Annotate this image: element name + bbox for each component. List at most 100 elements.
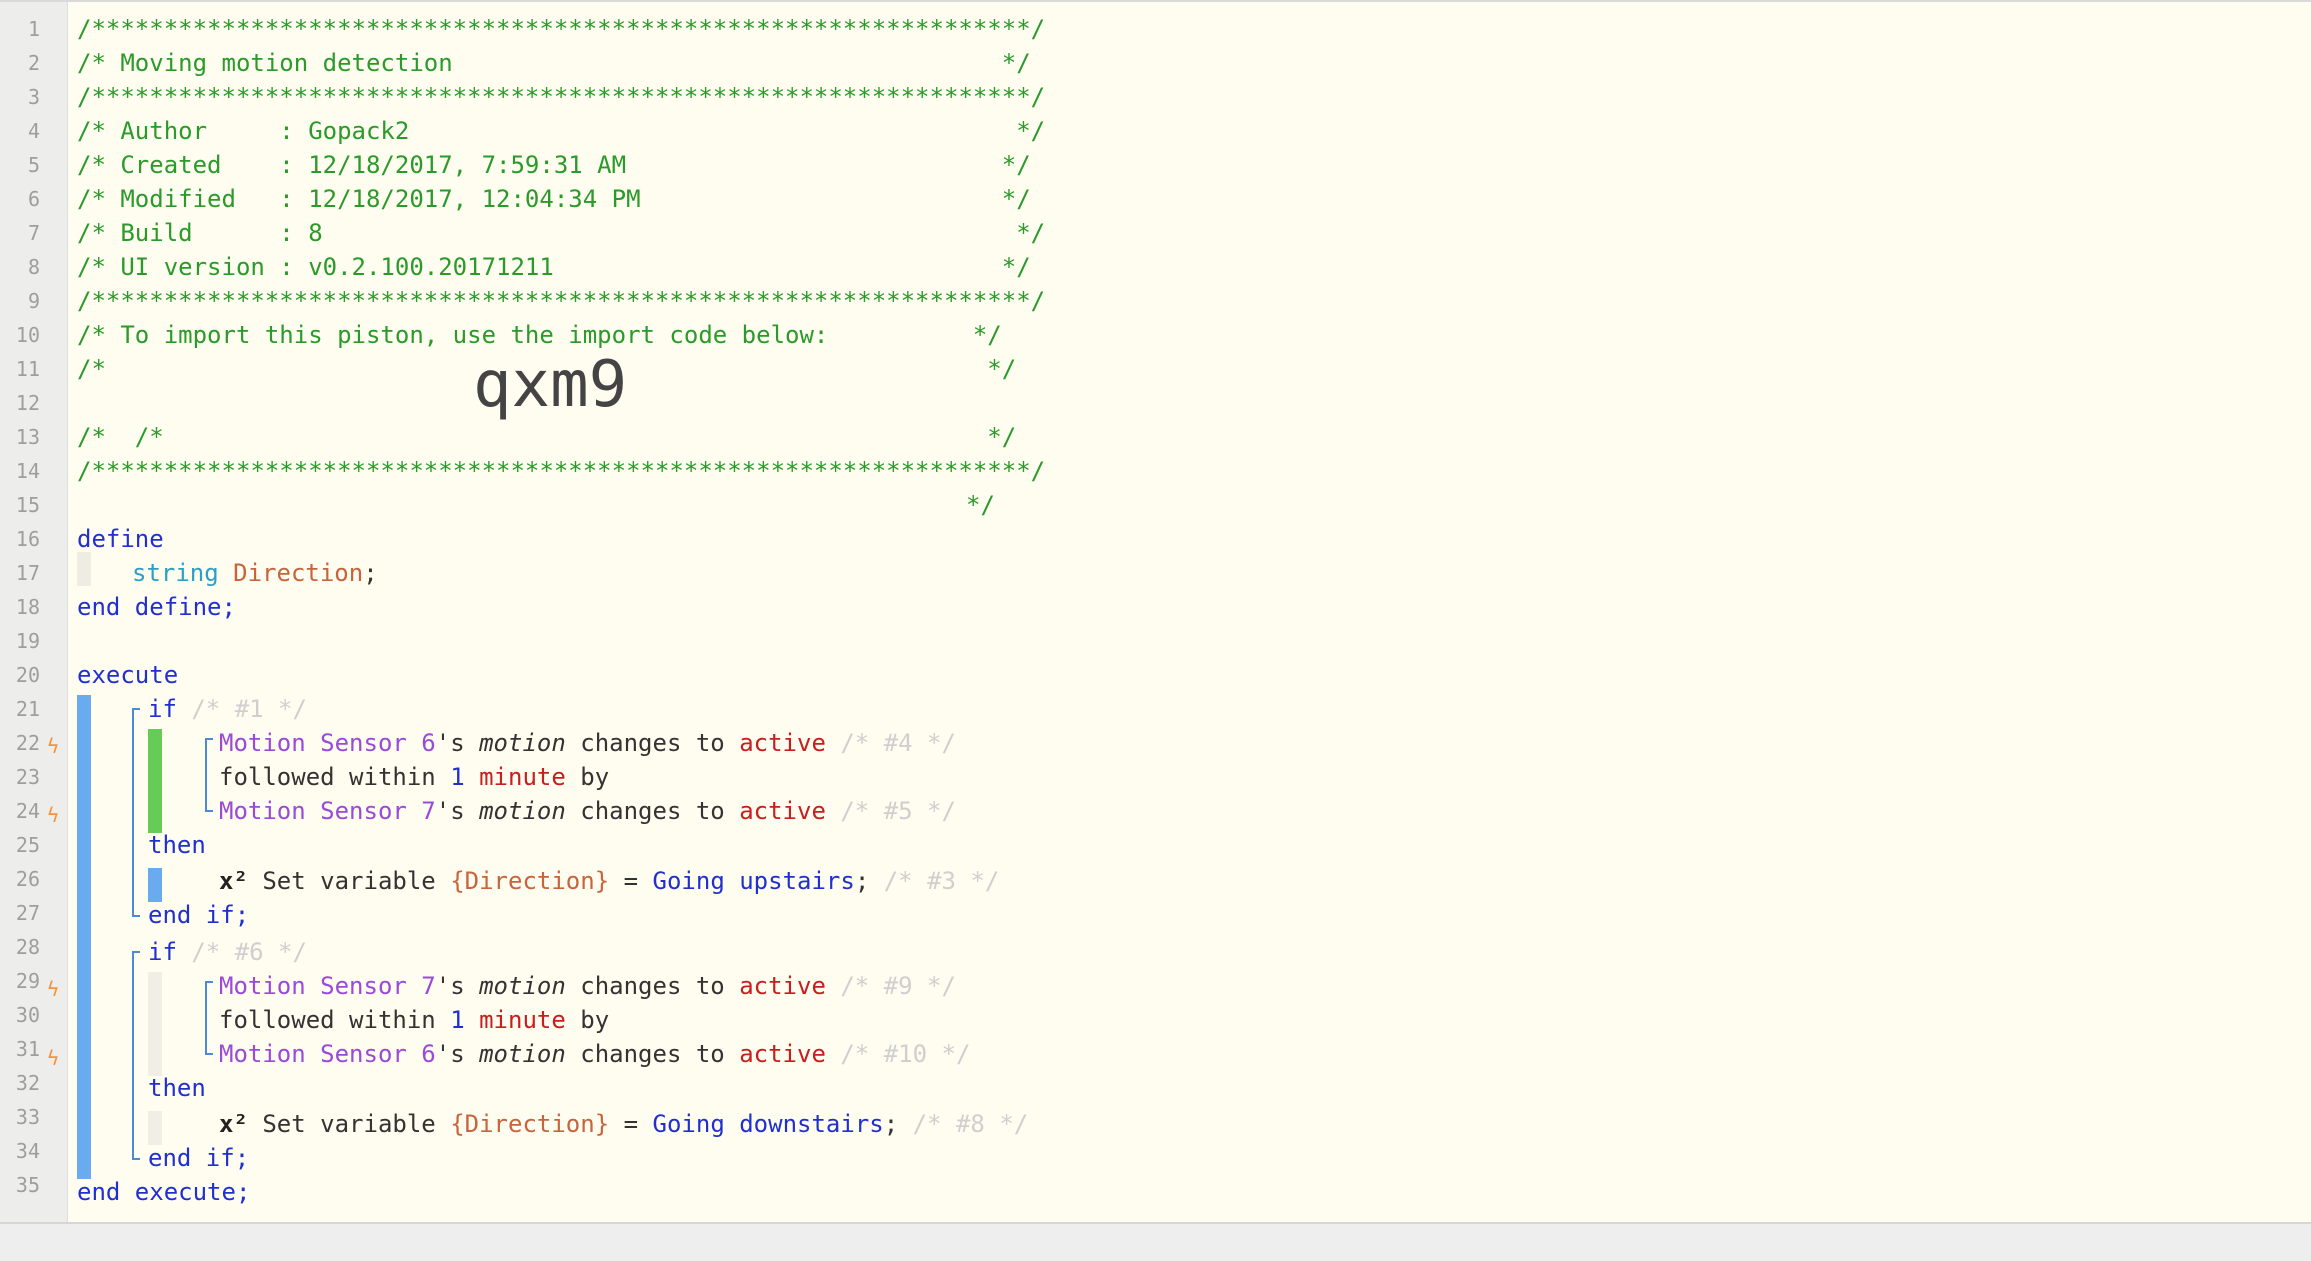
line-number: 28 [15,935,40,959]
end-if-keyword[interactable]: end if; [148,1141,249,1175]
possessive: 's [435,797,480,825]
semicolon: ; [883,1110,899,1138]
device-label: Motion Sensor [219,797,422,825]
header-border: /***************************************… [77,83,1046,111]
define-block-bar[interactable] [77,552,91,586]
condition-line[interactable]: Motion Sensor 6's motion changes to acti… [219,1037,970,1071]
if1-cond-bracket [205,738,207,812]
device-label: Motion Sensor [219,729,422,757]
duration-unit: minute [479,763,566,791]
if2-bracket-bottom [132,1158,140,1160]
duration-unit: minute [479,1006,566,1034]
if2-cond-bracket-top [205,981,213,983]
set-variable-action[interactable]: x² Set variable {Direction} = Going down… [219,1107,1028,1141]
followed-within-line[interactable]: followed within 1 minute by [219,1003,609,1037]
value-word: downstairs [739,1110,884,1138]
line-number: 19 [15,629,40,653]
duration-number: 1 [450,1006,465,1034]
line-number: 27 [15,901,40,925]
condition-line[interactable]: Motion Sensor 7's motion changes to acti… [219,969,956,1003]
if2-cond-bracket-bottom [205,1053,213,1055]
line-number: 20 [15,663,40,687]
import-code[interactable]: qxm9 [473,353,627,417]
line-number: 13 [15,425,40,449]
line-number: 34 [15,1139,40,1163]
execute-block-bar[interactable] [77,695,91,1179]
comment-close: */ [966,491,995,519]
set-variable-action[interactable]: x² Set variable {Direction} = Going upst… [219,864,999,898]
line-number: 31 [15,1037,40,1061]
device-number: 7 [421,972,436,1000]
then-keyword[interactable]: then [148,828,206,862]
line-number: 10 [15,323,40,347]
device-name: Motion Sensor 7 [219,972,436,1000]
if1-bracket-bottom [132,915,140,917]
if1-cond-bracket-bottom [205,810,213,812]
value-word: upstairs [739,867,855,895]
if1-condition-bar[interactable] [148,729,162,833]
then-keyword[interactable]: then [148,1071,206,1105]
line-number: 11 [15,357,40,381]
header-blank: /* */ [77,423,1017,451]
line-number: 18 [15,595,40,619]
if1-then-bar[interactable] [148,868,162,902]
end-execute-keyword[interactable]: end execute; [77,1175,250,1209]
end-define-keyword[interactable]: end define; [77,590,236,624]
semicolon: ; [363,559,378,587]
variable-icon: x² [219,1110,248,1138]
line-number: 3 [27,85,40,109]
author-line: /* Author : Gopack2 */ [77,117,1046,145]
value-word: Going [652,1110,725,1138]
followed-within-text: followed within [219,763,436,791]
statement-id: /* #9 */ [840,972,956,1000]
device-label: Motion Sensor [219,1040,422,1068]
line-number: 12 [15,391,40,415]
comparison-value: active [739,1040,826,1068]
statement-id: /* #5 */ [840,797,956,825]
end-if-keyword[interactable]: end if; [148,898,249,932]
line-number: 33 [15,1105,40,1129]
statement-id: /* #3 */ [883,867,1000,895]
trigger-bolt-icon: ϟ [46,977,60,1001]
variable-declaration[interactable]: string Direction; [132,556,378,590]
trigger-bolt-icon: ϟ [46,803,60,827]
variable-icon: x² [219,867,248,895]
if2-bracket [132,951,134,1160]
define-keyword[interactable]: define [77,522,164,556]
ui-version-line: /* UI version : v0.2.100.20171211 */ [77,253,1031,281]
condition-line[interactable]: Motion Sensor 7's motion changes to acti… [219,794,956,828]
header-border: /***************************************… [77,15,1046,43]
followed-within-line[interactable]: followed within 1 minute by [219,760,609,794]
if2-condition-bar[interactable] [148,972,162,1076]
equals-sign: = [609,867,653,895]
line-number: 6 [27,187,40,211]
line-number: 25 [15,833,40,857]
if1-cond-bracket-top [205,738,213,740]
line-number: 21 [15,697,40,721]
line-number: 7 [27,221,40,245]
line-number: 32 [15,1071,40,1095]
code-editor[interactable]: 1 2 3 4 5 6 7 8 9 10 11 12 13 14 15 16 17 18 19 20 21 22 23 24 2… [0,0,2311,1224]
device-name: Motion Sensor 7 [219,797,436,825]
statement-id: /* #10 */ [840,1040,971,1068]
line-number: 17 [15,561,40,585]
device-name: Motion Sensor 6 [219,729,436,757]
device-number: 7 [421,797,436,825]
import-instruction: /* To import this piston, use the import… [77,321,1002,349]
possessive: 's [435,729,480,757]
statement-id: /* #6 */ [191,938,307,966]
if-statement-2[interactable]: if /* #6 */ [148,935,307,969]
statement-id: /* #1 */ [191,695,307,723]
if2-then-bar[interactable] [148,1111,162,1145]
line-number: 35 [15,1173,40,1197]
line-number: 8 [27,255,40,279]
trigger-bolt-icon: ϟ [46,734,60,758]
execute-keyword[interactable]: execute [77,658,178,692]
possessive: 's [435,1040,480,1068]
comparison-operator: changes to [565,797,740,825]
if2-bracket-top [132,951,140,953]
comparison-operator: changes to [565,972,740,1000]
if-statement-1[interactable]: if /* #1 */ [148,692,307,726]
if2-cond-bracket [205,981,207,1055]
condition-line[interactable]: Motion Sensor 6's motion changes to acti… [219,726,956,760]
